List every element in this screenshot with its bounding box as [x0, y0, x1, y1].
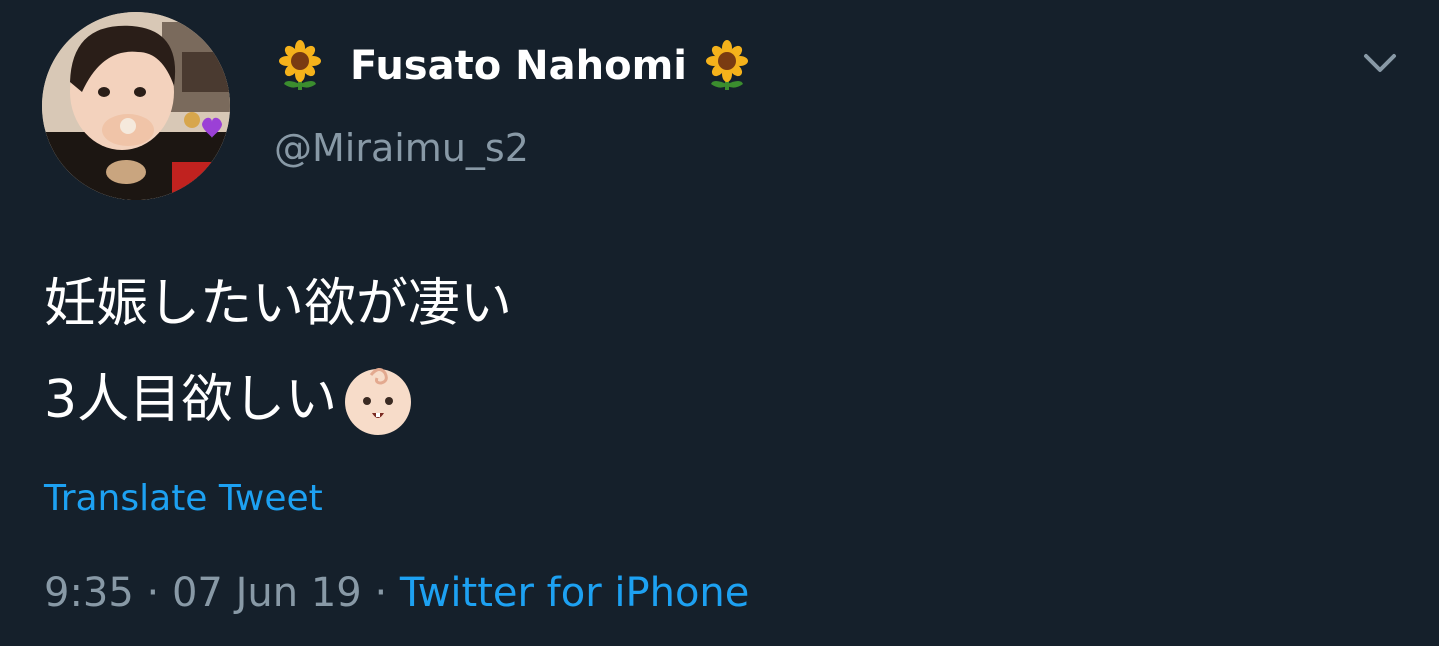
tweet-time[interactable]: 9:35 — [44, 570, 134, 616]
chevron-down-icon[interactable] — [1360, 48, 1400, 78]
tweet-date[interactable]: 07 Jun 19 — [172, 570, 362, 616]
avatar[interactable] — [42, 12, 230, 200]
meta-separator: · — [146, 570, 160, 616]
translate-tweet-link[interactable]: Translate Tweet — [44, 478, 323, 519]
tweet-line: 3人目欲しい — [44, 352, 512, 448]
tweet-card: Fusato Nahomi @Miraimu_s2 妊娠したい欲が凄い 3人目欲… — [0, 0, 1439, 646]
avatar-photo — [42, 12, 230, 200]
meta-separator: · — [374, 570, 388, 616]
tweet-line-text: 妊娠したい欲が凄い — [44, 274, 513, 334]
tweet-line: 妊娠したい欲が凄い — [44, 256, 512, 352]
tweet-meta: 9:35 · 07 Jun 19 · Twitter for iPhone — [44, 570, 749, 616]
tweet-source-link[interactable]: Twitter for iPhone — [400, 570, 750, 616]
sunflower-icon — [279, 40, 321, 90]
tweet-line-text: 3人目欲しい — [44, 370, 338, 430]
sunflower-icon — [705, 40, 748, 90]
user-handle[interactable]: @Miraimu_s2 — [274, 126, 529, 170]
display-name[interactable]: Fusato Nahomi — [350, 43, 687, 89]
name-row[interactable]: Fusato Nahomi — [276, 40, 751, 92]
tweet-text: 妊娠したい欲が凄い 3人目欲しい — [44, 256, 512, 448]
baby-face-icon — [345, 368, 412, 435]
